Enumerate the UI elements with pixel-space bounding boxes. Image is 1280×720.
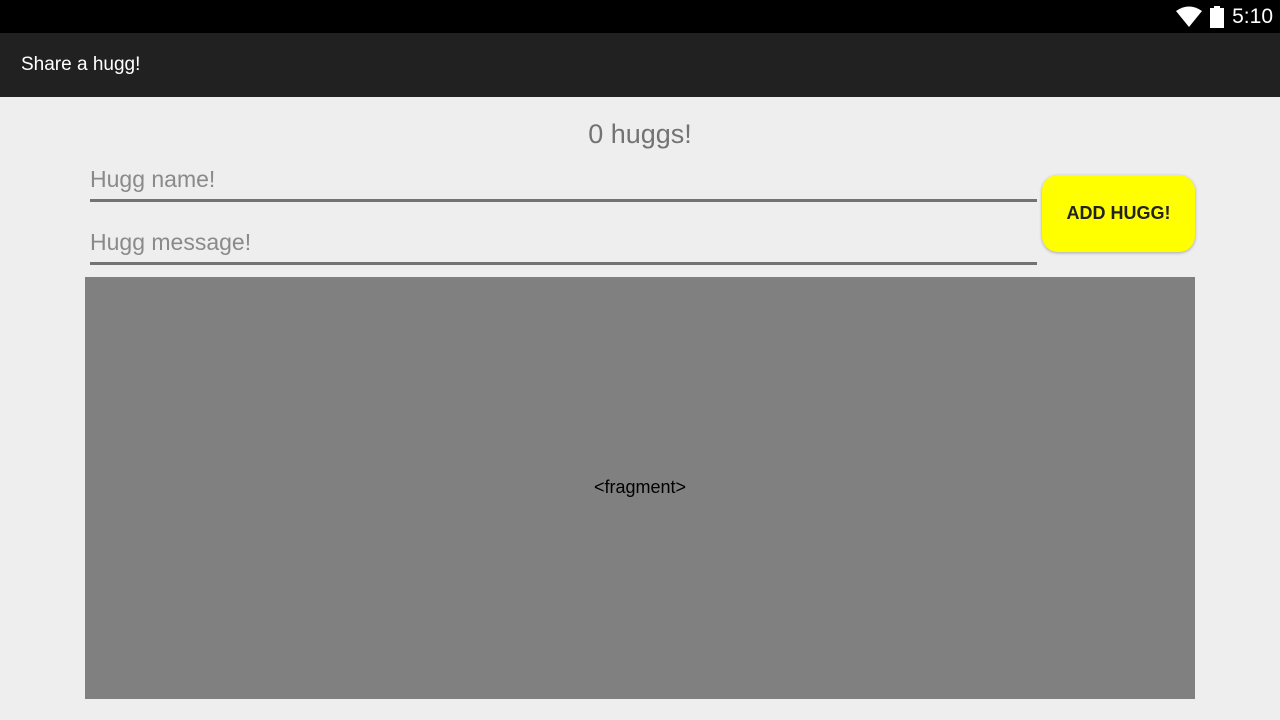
status-bar: 5:10 — [0, 0, 1280, 33]
wifi-icon — [1176, 6, 1203, 27]
battery-icon — [1210, 5, 1225, 28]
status-clock: 5:10 — [1232, 5, 1273, 28]
action-bar: Share a hugg! — [0, 33, 1280, 97]
main-content: 0 huggs! ADD HUGG! <fragment> — [0, 97, 1280, 720]
hugg-count: 0 huggs! — [588, 119, 692, 149]
fragment-label: <fragment> — [593, 477, 687, 497]
fragment-container: <fragment> — [85, 277, 1195, 699]
app-title: Share a hugg! — [21, 54, 141, 75]
hugg-name-input[interactable] — [90, 159, 1037, 202]
hugg-message-input[interactable] — [90, 222, 1037, 265]
status-icons: 5:10 — [1176, 0, 1273, 33]
add-hugg-button[interactable]: ADD HUGG! — [1042, 175, 1195, 252]
